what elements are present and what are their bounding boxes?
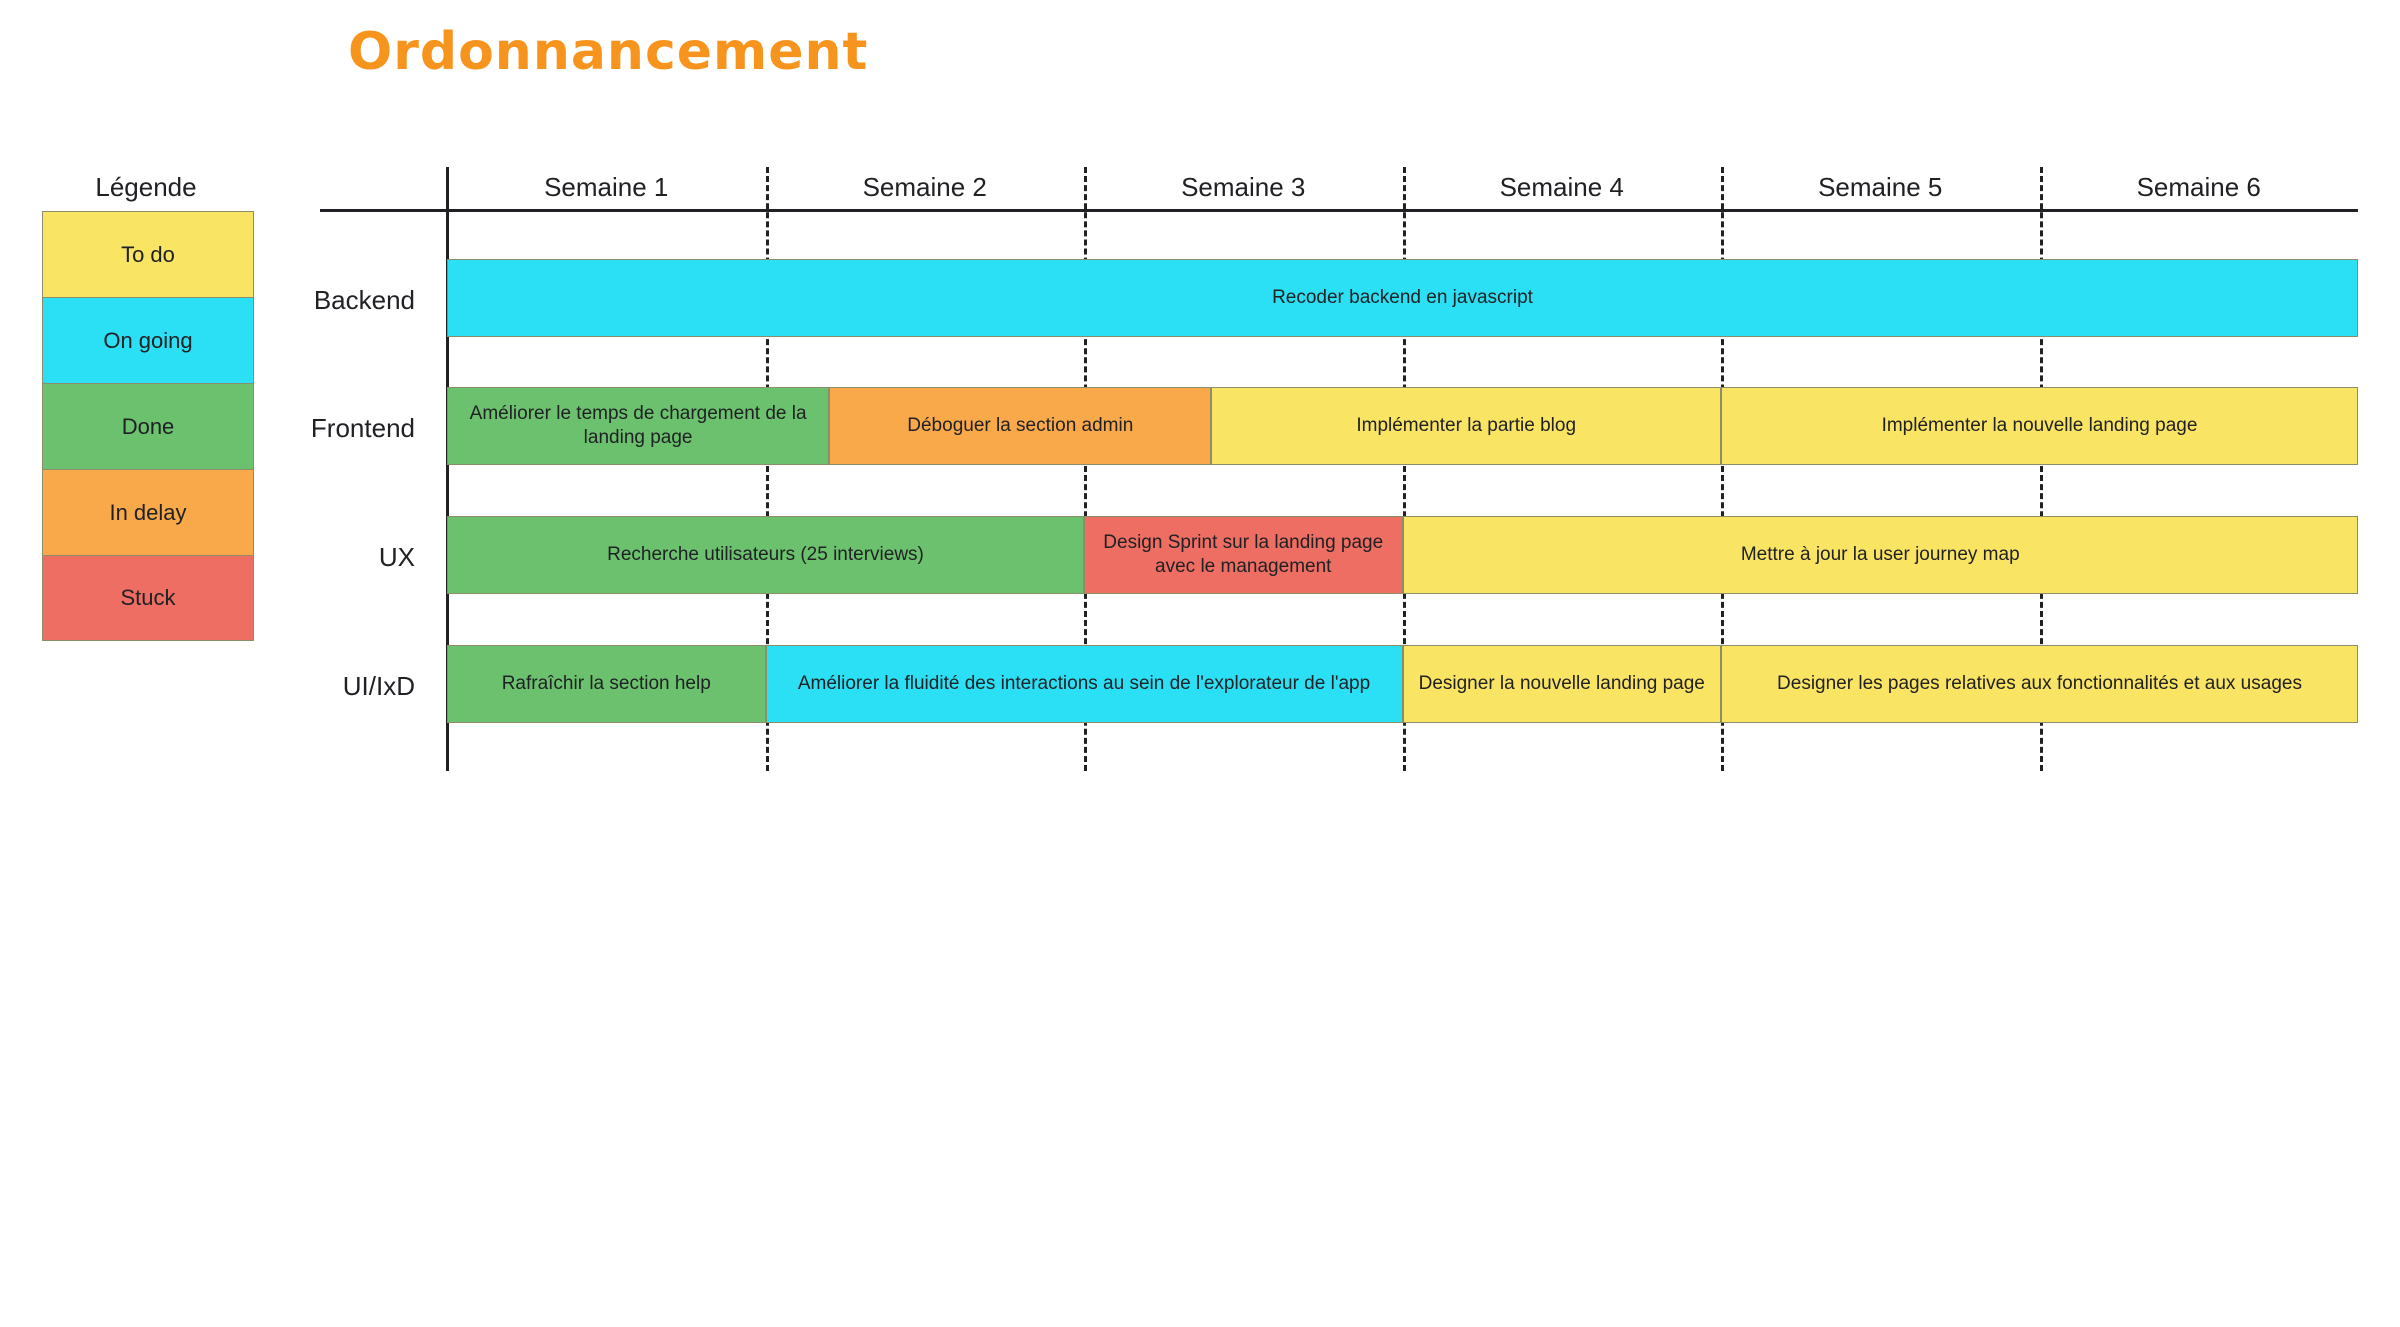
task-bar[interactable]: Designer les pages relatives aux fonctio…: [1721, 645, 2358, 723]
task-bar[interactable]: Recoder backend en javascript: [447, 259, 2358, 337]
task-bar-label: Design Sprint sur la landing page avec l…: [1103, 532, 1384, 577]
week-header-label: Semaine 1: [544, 172, 669, 202]
task-bar[interactable]: Recherche utilisateurs (25 interviews): [447, 516, 1084, 594]
task-bar-label: Mettre à jour la user journey map: [1740, 544, 2020, 566]
week-header-label: Semaine 4: [1499, 172, 1624, 202]
task-bar-label: Implémenter la partie blog: [1356, 415, 1577, 437]
task-bar[interactable]: Implémenter la partie blog: [1211, 387, 1721, 465]
week-header-label: Semaine 3: [1181, 172, 1306, 202]
task-bar-label: Designer les pages relatives aux fonctio…: [1777, 673, 2302, 695]
week-header-label: Semaine 2: [862, 172, 987, 202]
task-bar-label: Améliorer le temps de chargement de la l…: [469, 403, 807, 448]
row-label-frontend: Frontend: [310, 413, 415, 443]
row-label-ui-ixd: UI/IxD: [342, 671, 415, 701]
task-bar-label: Recoder backend en javascript: [1272, 287, 1533, 309]
task-bar-label: Améliorer la fluidité des interactions a…: [797, 673, 1371, 695]
task-bar-label: Rafraîchir la section help: [501, 673, 711, 695]
task-bar-label: Déboguer la section admin: [907, 415, 1134, 437]
gantt-chart-canvas: Ordonnancement Légende To do On going Done…: [0, 0, 2400, 1327]
week-header-label: Semaine 6: [2136, 172, 2261, 202]
task-bar[interactable]: Mettre à jour la user journey map: [1402, 516, 2358, 594]
task-bar-label: Implémenter la nouvelle landing page: [1881, 415, 2198, 437]
row-label-ux: UX: [378, 542, 415, 572]
task-bar[interactable]: Implémenter la nouvelle landing page: [1721, 387, 2358, 465]
row-label-backend: Backend: [313, 285, 415, 315]
task-bar-label: Designer la nouvelle landing page: [1418, 673, 1705, 695]
task-bar[interactable]: Designer la nouvelle landing page: [1402, 645, 1721, 723]
task-bar[interactable]: Design Sprint sur la landing page avec l…: [1084, 516, 1403, 594]
task-bar-label: Recherche utilisateurs (25 interviews): [607, 544, 924, 566]
week-header-label: Semaine 5: [1818, 172, 1943, 202]
task-bar[interactable]: Améliorer la fluidité des interactions a…: [765, 645, 1403, 723]
gantt-plot-area: Semaine 1 Semaine 2 Semaine 3 Semaine 4 Sema…: [0, 0, 2400, 1327]
task-bar[interactable]: Déboguer la section admin: [829, 387, 1212, 465]
task-bar[interactable]: Améliorer le temps de chargement de la l…: [447, 387, 830, 465]
axis-baseline: [320, 209, 2358, 212]
task-bar[interactable]: Rafraîchir la section help: [447, 645, 766, 723]
